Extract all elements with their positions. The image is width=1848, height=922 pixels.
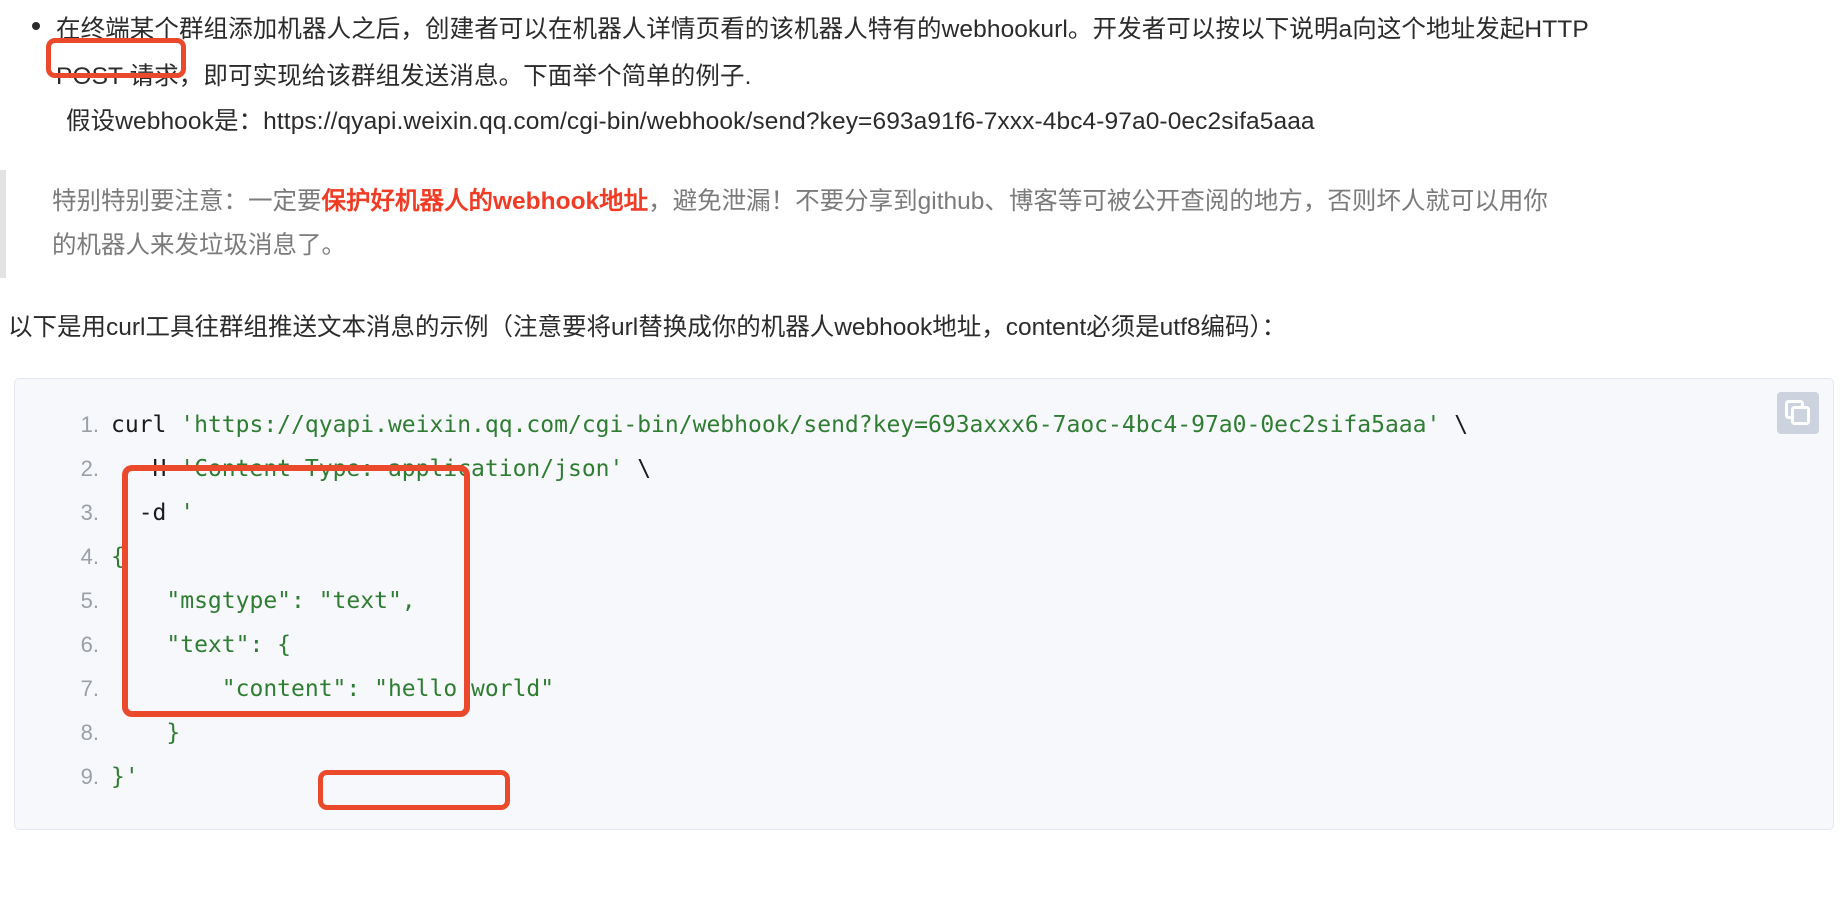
code-block: curl 'https://qyapi.weixin.qq.com/cgi-bi…	[14, 378, 1834, 830]
code-token-string: "content": "hello world"	[111, 676, 555, 702]
bullet-line-1: 在终端某个群组添加机器人之后，创建者可以在机器人详情页看的该机器人特有的webh…	[56, 16, 1589, 43]
code-token-string: }'	[111, 764, 139, 790]
code-line: curl 'https://qyapi.weixin.qq.com/cgi-bi…	[53, 403, 1833, 447]
warning-suffix: ，避免泄漏！不要分享到github、博客等可被公开查阅的地方，否则坏人就可以用你	[648, 188, 1548, 215]
code-token-string: }	[111, 720, 181, 746]
warning-prefix: 特别特别要注意：一定要	[52, 188, 322, 215]
code-token-string: "msgtype": "text",	[111, 588, 416, 614]
code-token-string: 'Content-Type: application/json'	[180, 456, 624, 482]
code-line: "content": "hello world"	[53, 667, 1833, 711]
bullet-list: 在终端某个群组添加机器人之后，创建者可以在机器人详情页看的该机器人特有的webh…	[0, 0, 1848, 144]
code-token-string: '	[180, 500, 195, 526]
code-line: "text": {	[53, 623, 1833, 667]
bullet-line-2-rest: ，即可实现给该群组发送消息。下面举个简单的例子.	[178, 63, 752, 90]
code-line: }'	[53, 755, 1833, 799]
bullet-marker-icon	[32, 22, 40, 30]
curl-intro-paragraph: 以下是用curl工具往群组推送文本消息的示例（注意要将url替换成你的机器人we…	[8, 314, 1287, 341]
code-token-plain: -H	[111, 456, 181, 482]
webhook-example-line: 假设webhook是：https://qyapi.weixin.qq.com/c…	[66, 108, 1315, 135]
code-token-plain-post: \	[623, 456, 652, 482]
code-line: -d '	[53, 491, 1833, 535]
code-line-list: curl 'https://qyapi.weixin.qq.com/cgi-bi…	[15, 403, 1833, 799]
code-line: "msgtype": "text",	[53, 579, 1833, 623]
code-token-plain: -d	[111, 500, 181, 526]
list-item: 在终端某个群组添加机器人之后，创建者可以在机器人详情页看的该机器人特有的webh…	[0, 0, 1848, 144]
bullet-line-2: POST 请求，即可实现给该群组发送消息。下面举个简单的例子.	[56, 53, 1848, 100]
code-token-string: {	[111, 544, 125, 570]
warning-line-2: 的机器人来发垃圾消息了。	[52, 232, 346, 259]
warning-line-1: 特别特别要注意：一定要保护好机器人的webhook地址，避免泄漏！不要分享到gi…	[52, 180, 1848, 224]
code-line: }	[53, 711, 1833, 755]
code-line: {	[53, 535, 1833, 579]
code-token-string: "text": {	[111, 632, 292, 658]
post-request-highlight-text: POST 请求	[56, 63, 179, 90]
code-token-plain: curl	[111, 412, 181, 438]
code-token-plain-post: \	[1440, 412, 1469, 438]
document-page: 在终端某个群组添加机器人之后，创建者可以在机器人详情页看的该机器人特有的webh…	[0, 0, 1848, 922]
warning-emphasis: 保护好机器人的webhook地址	[321, 188, 649, 215]
warning-blockquote: 特别特别要注意：一定要保护好机器人的webhook地址，避免泄漏！不要分享到gi…	[0, 170, 1848, 278]
code-line: -H 'Content-Type: application/json' \	[53, 447, 1833, 491]
code-token-string: 'https://qyapi.weixin.qq.com/cgi-bin/web…	[180, 412, 1441, 438]
